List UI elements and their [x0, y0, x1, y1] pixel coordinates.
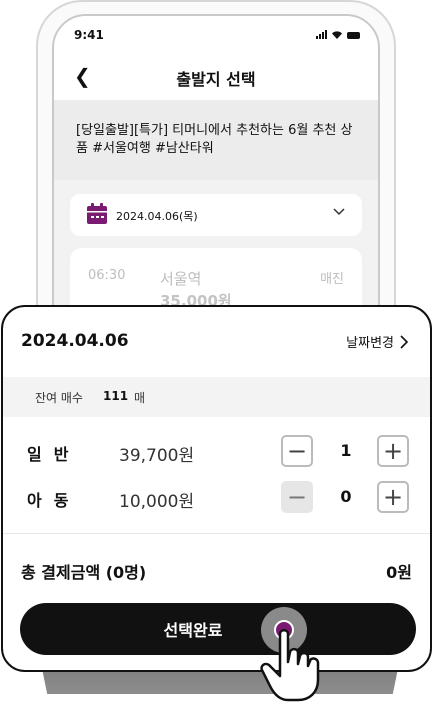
- plus-button[interactable]: +: [377, 435, 409, 467]
- minus-icon: −: [286, 483, 308, 511]
- date-selector[interactable]: 2024.04.06(목): [70, 194, 362, 236]
- divider: [3, 533, 430, 534]
- quantity-value: 1: [340, 441, 352, 460]
- status-icons: [316, 30, 360, 39]
- chevron-down-icon: [333, 208, 345, 216]
- remaining-count: 111: [103, 389, 129, 403]
- quantity-value: 0: [340, 487, 352, 506]
- description-text: [당일출발][특가] 티머니에서 추천하는 6월 추천 상품 #서울여행 #남산…: [76, 123, 353, 156]
- hand-pointer-icon: [260, 629, 320, 702]
- sheet-header: 2024.04.06 날짜변경: [3, 307, 430, 377]
- fare-row-child: 아동 10,000원 − 0 +: [3, 475, 430, 519]
- description-block: [당일출발][특가] 티머니에서 추천하는 6월 추천 상품 #서울여행 #남산…: [54, 100, 378, 180]
- plus-icon: +: [382, 483, 404, 511]
- status-bar: 9:41: [54, 16, 378, 56]
- fare-price: 10,000원: [119, 492, 195, 512]
- signal-icon: [316, 30, 327, 39]
- minus-button[interactable]: −: [281, 481, 313, 513]
- plus-icon: +: [382, 437, 404, 465]
- change-date-button[interactable]: 날짜변경: [346, 332, 410, 351]
- confirm-label: 선택완료: [163, 621, 223, 640]
- ticket-status: 매진: [320, 272, 344, 287]
- fare-row-adult: 일반 39,700원 − 1 +: [3, 429, 430, 473]
- fare-type: 아동: [27, 491, 81, 510]
- fare-bottom-sheet: 2024.04.06 날짜변경 잔여 매수 111 매 일반 39,700원 −…: [1, 305, 432, 672]
- minus-icon: −: [286, 437, 308, 465]
- nav-bar: ❮ 출발지 선택: [54, 56, 378, 100]
- fare-type: 일반: [27, 445, 81, 464]
- plus-button[interactable]: +: [377, 481, 409, 513]
- remaining-unit: 매: [134, 391, 146, 405]
- total-value: 0원: [386, 563, 412, 582]
- total-label: 총 결제금액 (0명): [21, 563, 147, 582]
- remaining-seats-row: 잔여 매수 111 매: [3, 377, 430, 417]
- change-date-label: 날짜변경: [346, 336, 394, 351]
- status-time: 9:41: [74, 28, 104, 42]
- minus-button[interactable]: −: [281, 435, 313, 467]
- selected-date: 2024.04.06: [21, 331, 129, 351]
- date-selector-value: 2024.04.06(목): [116, 210, 198, 223]
- calendar-icon: [87, 203, 107, 224]
- ticket-station: 서울역: [160, 270, 202, 288]
- battery-icon: [347, 32, 360, 39]
- fare-price: 39,700원: [119, 446, 195, 466]
- page-title: 출발지 선택: [176, 70, 256, 89]
- remaining-label: 잔여 매수: [35, 391, 83, 405]
- chevron-right-icon: [400, 334, 409, 349]
- confirm-button[interactable]: 선택완료: [20, 603, 416, 655]
- ticket-time: 06:30: [88, 268, 126, 283]
- wifi-icon: [332, 31, 342, 39]
